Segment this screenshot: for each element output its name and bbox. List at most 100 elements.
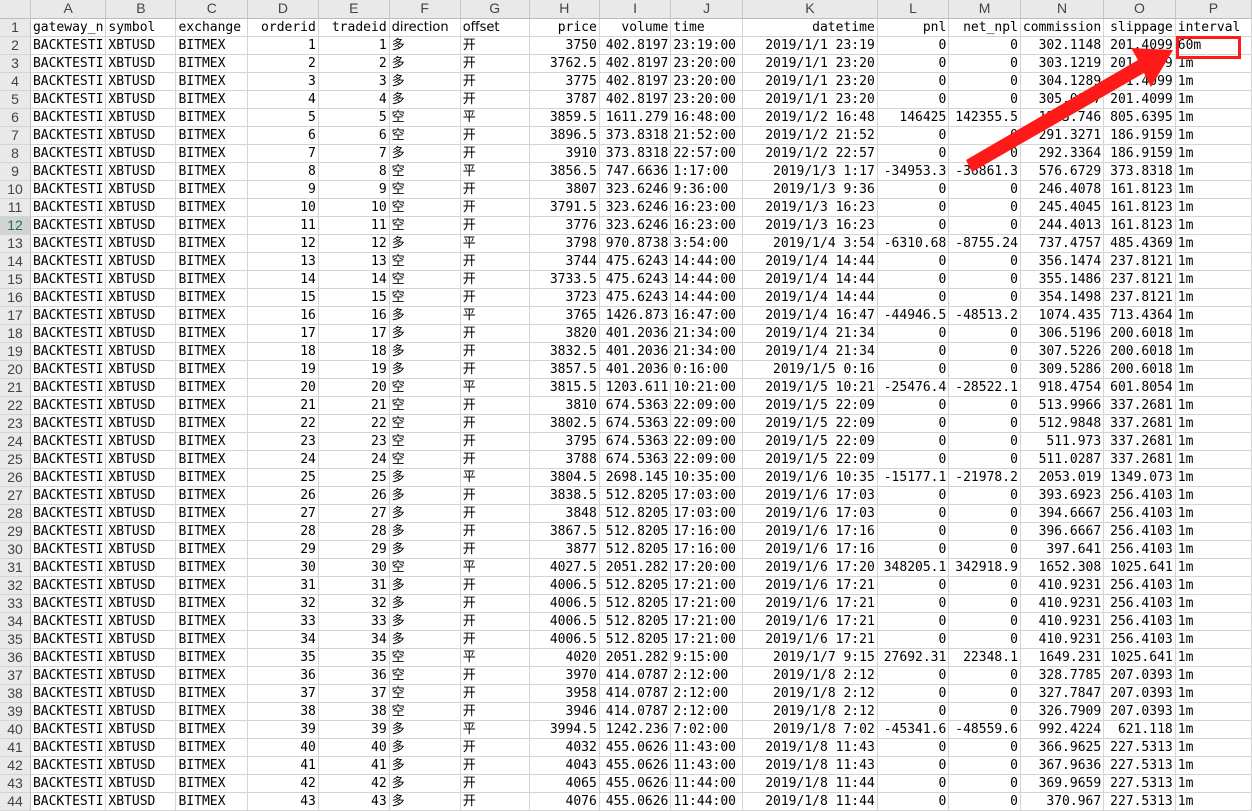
cell-symbol[interactable]: XBTUSD bbox=[105, 648, 177, 667]
cell-time[interactable]: 22:09:00 bbox=[670, 450, 743, 469]
cell-datetime[interactable]: datetime bbox=[742, 18, 878, 37]
cell-price[interactable]: 3788 bbox=[529, 450, 600, 469]
cell-gateway[interactable]: BACKTESTI bbox=[30, 486, 107, 505]
column-header-m[interactable]: M bbox=[948, 0, 1021, 19]
cell-exchange[interactable]: BITMEX bbox=[175, 504, 249, 523]
cell-slippage[interactable]: 237.8121 bbox=[1103, 252, 1176, 271]
cell-exchange[interactable]: exchange bbox=[175, 18, 249, 37]
cell-offset[interactable]: 开 bbox=[460, 216, 530, 235]
row-header[interactable]: 9 bbox=[0, 162, 31, 181]
cell-orderid[interactable]: orderid bbox=[247, 18, 319, 37]
cell-volume[interactable]: 323.6246 bbox=[599, 180, 672, 199]
cell-commission[interactable]: 367.9636 bbox=[1020, 756, 1105, 775]
cell-exchange[interactable]: BITMEX bbox=[175, 486, 249, 505]
cell-exchange[interactable]: BITMEX bbox=[175, 216, 249, 235]
row-header[interactable]: 22 bbox=[0, 396, 31, 415]
cell-gateway[interactable]: BACKTESTI bbox=[30, 54, 107, 73]
cell-gateway[interactable]: BACKTESTI bbox=[30, 576, 107, 595]
cell-commission[interactable]: 291.3271 bbox=[1020, 126, 1105, 145]
cell-time[interactable]: 0:16:00 bbox=[670, 360, 743, 379]
cell-gateway[interactable]: BACKTESTI bbox=[30, 108, 107, 127]
cell-time[interactable]: 7:02:00 bbox=[670, 720, 743, 739]
cell-commission[interactable]: 369.9659 bbox=[1020, 774, 1105, 793]
cell-direction[interactable]: 多 bbox=[389, 90, 461, 109]
cell-slippage[interactable]: 256.4103 bbox=[1103, 540, 1176, 559]
cell-exchange[interactable]: BITMEX bbox=[175, 468, 249, 487]
cell-tradeid[interactable]: 31 bbox=[318, 576, 390, 595]
cell-price[interactable]: 3832.5 bbox=[529, 342, 600, 361]
cell-price[interactable]: 4043 bbox=[529, 756, 600, 775]
cell-tradeid[interactable]: 14 bbox=[318, 270, 390, 289]
cell-price[interactable]: 3994.5 bbox=[529, 720, 600, 739]
cell-volume[interactable]: 475.6243 bbox=[599, 252, 672, 271]
cell-exchange[interactable]: BITMEX bbox=[175, 360, 249, 379]
cell-symbol[interactable]: XBTUSD bbox=[105, 792, 177, 811]
cell-volume[interactable]: 414.0787 bbox=[599, 702, 672, 721]
cell-price[interactable]: price bbox=[529, 18, 600, 37]
cell-slippage[interactable]: 227.5313 bbox=[1103, 756, 1176, 775]
cell-symbol[interactable]: XBTUSD bbox=[105, 450, 177, 469]
cell-commission[interactable]: 992.4224 bbox=[1020, 720, 1105, 739]
cell-slippage[interactable]: 186.9159 bbox=[1103, 144, 1176, 163]
cell-datetime[interactable]: 2019/1/6 17:16 bbox=[742, 522, 878, 541]
cell-tradeid[interactable]: 23 bbox=[318, 432, 390, 451]
cell-exchange[interactable]: BITMEX bbox=[175, 450, 249, 469]
cell-exchange[interactable]: BITMEX bbox=[175, 630, 249, 649]
cell-exchange[interactable]: BITMEX bbox=[175, 774, 249, 793]
cell-net-npl[interactable]: 0 bbox=[948, 666, 1021, 685]
cell-interval[interactable]: 1m bbox=[1175, 648, 1252, 667]
cell-datetime[interactable]: 2019/1/3 9:36 bbox=[742, 180, 878, 199]
cell-tradeid[interactable]: 8 bbox=[318, 162, 390, 181]
cell-interval[interactable]: 1m bbox=[1175, 306, 1252, 325]
cell-volume[interactable]: 373.8318 bbox=[599, 126, 672, 145]
cell-commission[interactable]: 302.1148 bbox=[1020, 36, 1105, 55]
cell-pnl[interactable]: 0 bbox=[877, 522, 950, 541]
cell-offset[interactable]: 平 bbox=[460, 468, 530, 487]
cell-pnl[interactable]: 0 bbox=[877, 180, 950, 199]
cell-gateway[interactable]: BACKTESTI bbox=[30, 522, 107, 541]
cell-datetime[interactable]: 2019/1/6 17:21 bbox=[742, 612, 878, 631]
cell-slippage[interactable]: 256.4103 bbox=[1103, 612, 1176, 631]
cell-symbol[interactable]: XBTUSD bbox=[105, 414, 177, 433]
cell-tradeid[interactable]: 9 bbox=[318, 180, 390, 199]
row-header[interactable]: 44 bbox=[0, 792, 31, 811]
cell-exchange[interactable]: BITMEX bbox=[175, 72, 249, 91]
cell-volume[interactable]: 2051.282 bbox=[599, 648, 672, 667]
cell-datetime[interactable]: 2019/1/4 14:44 bbox=[742, 270, 878, 289]
cell-pnl[interactable]: 0 bbox=[877, 792, 950, 811]
cell-direction[interactable]: 多 bbox=[389, 630, 461, 649]
row-header[interactable]: 2 bbox=[0, 36, 31, 55]
cell-volume[interactable]: 512.8205 bbox=[599, 540, 672, 559]
cell-volume[interactable]: 402.8197 bbox=[599, 90, 672, 109]
cell-pnl[interactable]: 27692.31 bbox=[877, 648, 950, 667]
cell-datetime[interactable]: 2019/1/8 2:12 bbox=[742, 684, 878, 703]
cell-pnl[interactable]: 348205.1 bbox=[877, 558, 950, 577]
cell-exchange[interactable]: BITMEX bbox=[175, 414, 249, 433]
cell-direction[interactable]: 空 bbox=[389, 288, 461, 307]
cell-pnl[interactable]: 0 bbox=[877, 486, 950, 505]
cell-tradeid[interactable]: 7 bbox=[318, 144, 390, 163]
cell-time[interactable]: 17:03:00 bbox=[670, 486, 743, 505]
cell-time[interactable]: 22:57:00 bbox=[670, 144, 743, 163]
cell-time[interactable]: 10:35:00 bbox=[670, 468, 743, 487]
row-header[interactable]: 41 bbox=[0, 738, 31, 757]
cell-interval[interactable]: 1m bbox=[1175, 558, 1252, 577]
cell-gateway[interactable]: BACKTESTI bbox=[30, 504, 107, 523]
cell-interval[interactable]: 1m bbox=[1175, 342, 1252, 361]
cell-slippage[interactable]: 337.2681 bbox=[1103, 396, 1176, 415]
cell-volume[interactable]: 674.5363 bbox=[599, 414, 672, 433]
cell-symbol[interactable]: XBTUSD bbox=[105, 558, 177, 577]
cell-orderid[interactable]: 35 bbox=[247, 648, 319, 667]
cell-time[interactable]: 21:52:00 bbox=[670, 126, 743, 145]
cell-slippage[interactable]: 256.4103 bbox=[1103, 594, 1176, 613]
cell-datetime[interactable]: 2019/1/6 17:20 bbox=[742, 558, 878, 577]
cell-orderid[interactable]: 34 bbox=[247, 630, 319, 649]
cell-commission[interactable]: 512.9848 bbox=[1020, 414, 1105, 433]
cell-net-npl[interactable]: 0 bbox=[948, 486, 1021, 505]
cell-time[interactable]: 23:20:00 bbox=[670, 54, 743, 73]
cell-symbol[interactable]: symbol bbox=[105, 18, 177, 37]
cell-time[interactable]: 9:15:00 bbox=[670, 648, 743, 667]
cell-datetime[interactable]: 2019/1/4 14:44 bbox=[742, 252, 878, 271]
cell-time[interactable]: 17:20:00 bbox=[670, 558, 743, 577]
cell-time[interactable]: 10:21:00 bbox=[670, 378, 743, 397]
